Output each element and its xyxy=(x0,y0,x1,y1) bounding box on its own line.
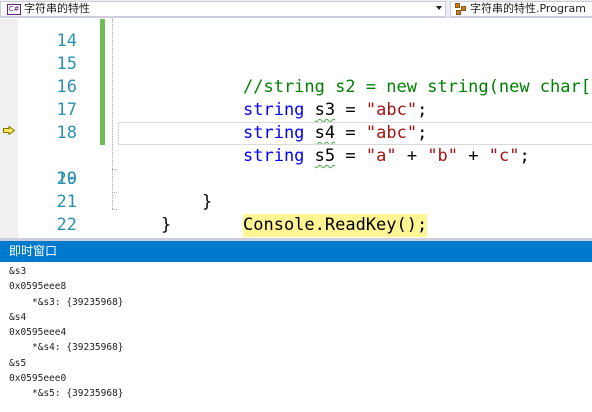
class-icon xyxy=(455,3,467,15)
immediate-output-line: 0x0595eee0 xyxy=(9,373,67,385)
member-dropdown-label: 字符串的特性.Program xyxy=(470,2,586,15)
immediate-output-line: 0x0595eee4 xyxy=(9,327,67,339)
code-line: 14 //string s2 = new string(new char[ xyxy=(0,19,592,97)
change-marker xyxy=(100,30,105,53)
csharp-project-icon: C# xyxy=(7,3,21,15)
code-line: 18 xyxy=(0,99,592,143)
current-code-line: 19 Console.ReadKey(); xyxy=(0,122,592,237)
project-dropdown[interactable]: C# 字符串的特性 xyxy=(0,1,446,17)
code-line: 23 xyxy=(0,214,592,237)
immediate-output-line: 0x0595eee8 xyxy=(9,281,67,293)
change-marker xyxy=(100,53,105,76)
code-line: 21 } xyxy=(0,168,592,235)
change-marker xyxy=(100,122,105,145)
immediate-input-line: &s3 xyxy=(9,266,27,277)
change-marker xyxy=(100,76,105,99)
immediate-input-line: &s4 xyxy=(9,311,27,323)
member-dropdown[interactable]: 字符串的特性.Program xyxy=(450,1,592,17)
change-marker xyxy=(100,19,105,30)
immediate-output-line: *&s3: {39235968} xyxy=(32,296,124,308)
code-editor[interactable]: 14 //string s2 = new string(new char[ 15… xyxy=(0,19,592,238)
navigation-bar: C# 字符串的特性 字符串的特性.Program xyxy=(0,0,592,18)
change-marker xyxy=(100,99,105,122)
project-dropdown-label: 字符串的特性 xyxy=(24,2,90,15)
immediate-window-title[interactable]: 即时窗口 xyxy=(0,241,592,262)
immediate-window-content[interactable]: &s3 0x0595eee8 *&s3: {39235968} &s4 0x05… xyxy=(0,262,592,412)
immediate-output-line: *&s5: {39235968} xyxy=(32,388,124,400)
immediate-input-line: &s5 xyxy=(9,357,27,369)
code-line: 22 } xyxy=(0,191,592,235)
code-line: 20 } xyxy=(0,145,592,212)
immediate-output-line: *&s4: {39235968} xyxy=(32,342,124,354)
code-line: 16 string s4 = "abc"; xyxy=(0,53,592,143)
code-line: 17 string s5 = "a" + "b" + "c"; xyxy=(0,76,592,166)
code-line: 15 string s3 = "abc"; xyxy=(0,30,592,120)
current-line-highlight xyxy=(118,122,592,145)
chevron-down-icon[interactable] xyxy=(436,6,442,10)
